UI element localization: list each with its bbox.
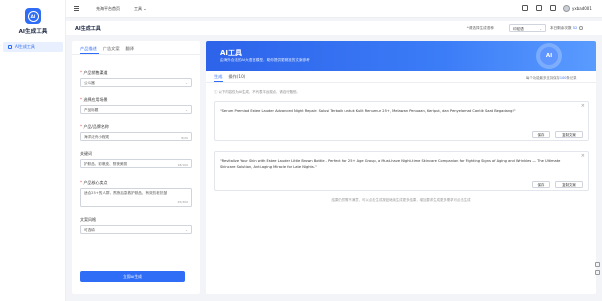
nav-link-tools[interactable]: 工具 ⌄ xyxy=(134,6,147,12)
generate-button[interactable]: 立即AI生成 xyxy=(80,271,185,282)
tool-icon xyxy=(8,45,12,49)
chevron-down-icon: ⌄ xyxy=(185,81,188,85)
app-title: AI生成工具 xyxy=(18,29,48,35)
char-count: 25/300 xyxy=(177,200,188,204)
sidebar: AI AI生成工具 AI生成工具 xyxy=(0,0,66,301)
close-icon[interactable]: × xyxy=(581,153,585,159)
disclaimer-hint: ⓘ 以下内容仅为AI生成，不代表平台观点，请自行甄别。 xyxy=(214,90,300,94)
copy-button[interactable]: 复制文案 xyxy=(555,181,583,188)
settings-icon[interactable] xyxy=(550,5,556,11)
page-title: AI生成工具 xyxy=(75,26,101,32)
selling-points-textarea[interactable]: 适合25+的人群，熬夜后急救护肤品，有效抗老抗皱 25/300 xyxy=(80,188,192,207)
char-count: 8/20 xyxy=(181,135,188,140)
tab-ad-copy[interactable]: 广告文案 xyxy=(103,46,120,52)
history-note: 每个功能最多支持保存100条记录 xyxy=(526,76,577,80)
selling-points-value: 适合25+的人群，熬夜后急救护肤品，有效抗老抗皱 xyxy=(84,191,168,195)
sidebar-item-ai-tool[interactable]: AI生成工具 xyxy=(3,42,63,52)
chevron-down-icon: ⌄ xyxy=(185,228,188,232)
keywords-input[interactable]: 护肤品、彩裹皮、熬夜美丽 18/100 xyxy=(80,159,192,168)
result-text: "Revitalize Your Skin with Estee Lauder … xyxy=(220,159,561,169)
scenario-value: 产品标题 xyxy=(84,108,99,112)
field-label-scenario: * 选择应用场景 xyxy=(80,97,108,102)
style-select[interactable]: 可选填 ⌄ xyxy=(80,225,192,234)
divider xyxy=(72,54,200,55)
remaining-label: 本日剩余次数 xyxy=(550,26,572,30)
copy-button[interactable]: 复制文案 xyxy=(555,131,583,138)
chevron-down-icon: ⌄ xyxy=(143,6,147,11)
app-logo: AI xyxy=(25,8,41,24)
style-placeholder: 可选填 xyxy=(84,228,95,232)
avatar[interactable] xyxy=(563,5,570,12)
top-nav: 充海平台首页 工具 ⌄ yxbad001 xyxy=(66,0,602,18)
nav-tools-label: 工具 xyxy=(134,6,142,11)
nav-link-home[interactable]: 充海平台首页 xyxy=(96,6,120,12)
result-text: "Serum Premiad Estee Lauder Advanced Nig… xyxy=(220,109,516,113)
save-button[interactable]: 保存 xyxy=(532,131,550,138)
form-tabs: 产品描述 广告文案 翻译 xyxy=(80,46,134,52)
form-panel: 产品描述 广告文案 翻译 * 产品销售渠道 公斗器 ⌄ * 选择应用场景 产品标题 … xyxy=(72,41,200,294)
field-label-selling-points: * 产品核心卖点 xyxy=(80,180,108,185)
ai-badge-icon: AI xyxy=(536,43,562,69)
ai-badge-text: AI xyxy=(540,47,558,65)
menu-icon[interactable] xyxy=(74,6,79,11)
banner-subtitle: 由海外合法的AI大语言模型，助你提供更精准的文案参考 xyxy=(220,58,310,62)
help-icon[interactable] xyxy=(595,270,600,275)
field-label-style: 文案风格 xyxy=(80,217,96,222)
scenario-select[interactable]: 产品标题 ⌄ xyxy=(80,105,192,114)
close-icon[interactable]: × xyxy=(581,103,585,109)
sidebar-item-label: AI生成工具 xyxy=(15,44,35,49)
banner: AI工具 由海外合法的AI大语言模型，助你提供更精准的文案参考 AI xyxy=(206,41,596,71)
tab-translate[interactable]: 翻译 xyxy=(126,46,134,52)
info-icon[interactable] xyxy=(579,26,584,30)
remaining-count: 本日剩余次数 52 xyxy=(550,26,584,31)
tab-generate[interactable]: 生成 xyxy=(214,74,222,80)
divider xyxy=(206,82,596,83)
result-tabs: 生成 操作(10) xyxy=(214,74,245,80)
page-header: AI生成工具 *请选择生成语种 印尼语 ⌄ 本日剩余次数 52 xyxy=(66,21,602,35)
keywords-value: 护肤品、彩裹皮、熬夜美丽 xyxy=(84,162,128,166)
language-select[interactable]: 印尼语 ⌄ xyxy=(509,24,546,32)
tab-product-description[interactable]: 产品描述 xyxy=(80,46,97,52)
result-card: × "Revitalize Your Skin with Estee Laude… xyxy=(214,151,589,191)
save-button[interactable]: 保存 xyxy=(532,181,550,188)
result-card: × "Serum Premiad Estee Lauder Advanced N… xyxy=(214,101,589,141)
feedback-icon[interactable] xyxy=(595,262,600,267)
brand-value: 海洋泛舟小程现 xyxy=(84,135,110,139)
chevron-down-icon: ⌄ xyxy=(539,26,542,31)
field-label-brand: * 产品/品牌名称 xyxy=(80,124,109,129)
field-label-keywords: 关键词 xyxy=(80,151,92,156)
chevron-down-icon: ⌄ xyxy=(185,108,188,112)
tab-history[interactable]: 操作(10) xyxy=(228,74,245,80)
message-icon[interactable] xyxy=(522,5,528,11)
user-name[interactable]: yxbad001 xyxy=(572,6,592,11)
footer-note: 结果仍然需不满意，可以点击生成按钮继续生成更多结果，增加要求生成更多需求可点击生… xyxy=(331,198,471,202)
field-label-channel: * 产品销售渠道 xyxy=(80,70,108,75)
banner-title: AI工具 xyxy=(220,49,243,57)
channel-select[interactable]: 公斗器 ⌄ xyxy=(80,78,192,87)
remaining-value: 52 xyxy=(572,26,578,30)
channel-value: 公斗器 xyxy=(84,81,95,85)
bell-icon[interactable] xyxy=(536,5,542,11)
char-count: 18/100 xyxy=(177,162,188,167)
info-icon: ⓘ xyxy=(214,90,218,94)
language-label: *请选择生成语种 xyxy=(467,26,494,30)
brand-input[interactable]: 海洋泛舟小程现 8/20 xyxy=(80,132,192,141)
logo-text: AI xyxy=(27,10,39,22)
language-value: 印尼语 xyxy=(513,26,524,31)
result-panel: AI工具 由海外合法的AI大语言模型，助你提供更精准的文案参考 AI 生成 操作… xyxy=(206,41,596,294)
